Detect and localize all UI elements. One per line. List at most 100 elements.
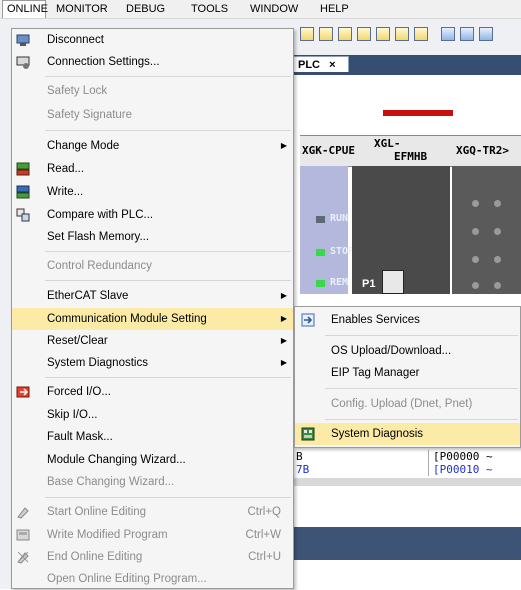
forced-io-icon xyxy=(16,385,30,399)
toolbar-icon-9[interactable] xyxy=(460,27,474,41)
menu-window[interactable]: WINDOW xyxy=(250,0,298,18)
menu-item-start-online-editing[interactable]: Start Online Editing Ctrl+Q xyxy=(12,501,293,523)
status-dot xyxy=(494,228,501,235)
menu-item-ethercat-slave[interactable]: EtherCAT Slave ▶ xyxy=(12,285,293,307)
led-stop xyxy=(316,249,325,256)
menu-item-label: Fault Mask... xyxy=(47,431,113,443)
slot-label-tr: XGQ-TR2> xyxy=(456,144,509,157)
menu-item-label: Read... xyxy=(47,163,85,175)
status-dot xyxy=(494,282,501,289)
menu-item-os-upload-download[interactable]: OS Upload/Download... xyxy=(295,340,520,362)
menu-item-label: Safety Lock xyxy=(47,85,108,97)
toolbar-icon-6[interactable] xyxy=(395,27,409,41)
menu-separator xyxy=(45,130,291,131)
tab-plc[interactable]: PLC × xyxy=(291,56,349,72)
menu-item-connection-settings[interactable]: Connection Settings... xyxy=(12,51,293,73)
menu-item-safety-lock[interactable]: Safety Lock xyxy=(12,80,293,102)
menu-item-safety-signature[interactable]: Safety Signature xyxy=(12,104,293,126)
write-modified-icon xyxy=(16,528,30,542)
menu-item-forced-io[interactable]: Forced I/O... xyxy=(12,381,293,403)
menu-item-enables-services[interactable]: Enables Services xyxy=(295,309,520,331)
menu-debug[interactable]: DEBUG xyxy=(126,0,165,18)
menu-item-shortcut: Ctrl+U xyxy=(248,551,281,563)
grid-cell: B xyxy=(296,450,303,463)
menu-item-label: Write... xyxy=(47,186,84,198)
disconnect-icon xyxy=(16,33,30,47)
menu-item-write[interactable]: Write... xyxy=(12,181,293,203)
menu-item-label: Open Online Editing Program... xyxy=(47,573,207,585)
menu-item-label: Enables Services xyxy=(331,314,420,326)
menu-item-eip-tag-manager[interactable]: EIP Tag Manager xyxy=(295,362,520,384)
menu-tools[interactable]: TOOLS xyxy=(191,0,228,18)
submenu-arrow-icon: ▶ xyxy=(280,291,287,300)
menu-item-label: Module Changing Wizard... xyxy=(47,454,186,466)
menu-separator xyxy=(45,251,291,252)
toolbar-icon-3[interactable] xyxy=(338,27,352,41)
menu-item-label: Set Flash Memory... xyxy=(47,231,150,243)
menu-item-end-online-editing[interactable]: End Online Editing Ctrl+U xyxy=(12,546,293,568)
menu-item-system-diagnosis[interactable]: System Diagnosis xyxy=(295,423,520,445)
toolbar-icon-10[interactable] xyxy=(479,27,493,41)
connection-settings-icon xyxy=(16,55,30,69)
toolbar-icon-5[interactable] xyxy=(376,27,390,41)
menu-item-control-redundancy[interactable]: Control Redundancy xyxy=(12,255,293,277)
start-online-edit-icon xyxy=(16,505,30,519)
rack-slot-tr[interactable] xyxy=(452,166,521,294)
led-rem-label: REM xyxy=(330,277,349,288)
menu-item-label: System Diagnostics xyxy=(47,357,148,369)
toolbar-icon-2[interactable] xyxy=(319,27,333,41)
system-diagnosis-icon xyxy=(301,427,315,441)
submenu-arrow-icon: ▶ xyxy=(280,336,287,345)
menu-item-label: Control Redundancy xyxy=(47,260,152,272)
end-online-edit-icon xyxy=(16,550,30,564)
menu-item-label: Forced I/O... xyxy=(47,386,111,398)
write-icon xyxy=(16,185,30,199)
online-menu: Disconnect Connection Settings... Safety… xyxy=(11,28,294,589)
menu-item-open-online-editing-program[interactable]: Open Online Editing Program... xyxy=(12,568,293,590)
menu-help[interactable]: HELP xyxy=(320,0,349,18)
menu-item-change-mode[interactable]: Change Mode ▶ xyxy=(12,135,293,157)
menu-item-write-modified-program[interactable]: Write Modified Program Ctrl+W xyxy=(12,524,293,546)
menu-item-module-changing-wizard[interactable]: Module Changing Wizard... xyxy=(12,449,293,471)
tab-plc-label: PLC xyxy=(298,59,320,71)
menu-item-compare[interactable]: Compare with PLC... xyxy=(12,204,293,226)
menu-item-reset-clear[interactable]: Reset/Clear ▶ xyxy=(12,330,293,352)
rack-slot-cpu[interactable]: RUN STOP REM xyxy=(300,166,354,294)
rack-slot-efmhb[interactable]: P1 xyxy=(352,166,450,294)
menu-item-set-flash-memory[interactable]: Set Flash Memory... xyxy=(12,226,293,248)
menu-item-config-upload[interactable]: Config. Upload (Dnet, Pnet) xyxy=(295,393,520,415)
port-label: P1 xyxy=(362,278,376,290)
compare-icon xyxy=(16,208,30,222)
menu-item-label: Config. Upload (Dnet, Pnet) xyxy=(331,398,473,410)
toolbar-icon-1[interactable] xyxy=(300,27,314,41)
menu-item-label: EtherCAT Slave xyxy=(47,290,129,302)
status-dot xyxy=(494,256,501,263)
menu-monitor[interactable]: MONITOR xyxy=(56,0,108,18)
menu-item-label: Start Online Editing xyxy=(47,506,147,518)
menu-item-base-changing-wizard[interactable]: Base Changing Wizard... xyxy=(12,471,293,493)
menu-item-label: OS Upload/Download... xyxy=(331,345,452,357)
submenu-arrow-icon: ▶ xyxy=(280,141,287,150)
tab-close-icon[interactable]: × xyxy=(329,59,335,71)
toolbar-icon-7[interactable] xyxy=(414,27,428,41)
menu-item-label: Skip I/O... xyxy=(47,409,98,421)
output-panel-header xyxy=(294,527,521,560)
menu-item-disconnect[interactable]: Disconnect xyxy=(12,29,293,51)
menu-item-shortcut: Ctrl+Q xyxy=(247,506,281,518)
menu-item-label: Disconnect xyxy=(47,34,104,46)
menu-online[interactable]: ONLINE xyxy=(2,0,48,18)
menu-item-read[interactable]: Read... xyxy=(12,158,293,180)
menu-item-communication-module-setting[interactable]: Communication Module Setting ▶ xyxy=(12,308,293,330)
toolbar-icon-8[interactable] xyxy=(441,27,455,41)
toolbar-icon-4[interactable] xyxy=(357,27,371,41)
menu-item-system-diagnostics[interactable]: System Diagnostics ▶ xyxy=(12,352,293,374)
menu-item-fault-mask[interactable]: Fault Mask... xyxy=(12,426,293,448)
menu-item-label: Base Changing Wizard... xyxy=(47,476,175,488)
menu-item-skip-io[interactable]: Skip I/O... xyxy=(12,404,293,426)
menu-separator xyxy=(45,497,291,498)
horizontal-scrollbar[interactable] xyxy=(294,478,521,486)
grid-cell: [P00000 ~ xyxy=(428,450,493,463)
menu-bar: ONLINE MONITOR DEBUG TOOLS WINDOW HELP xyxy=(0,0,521,19)
slot-label-cpu: XGK-CPUE xyxy=(302,144,355,157)
status-dot xyxy=(472,282,479,289)
